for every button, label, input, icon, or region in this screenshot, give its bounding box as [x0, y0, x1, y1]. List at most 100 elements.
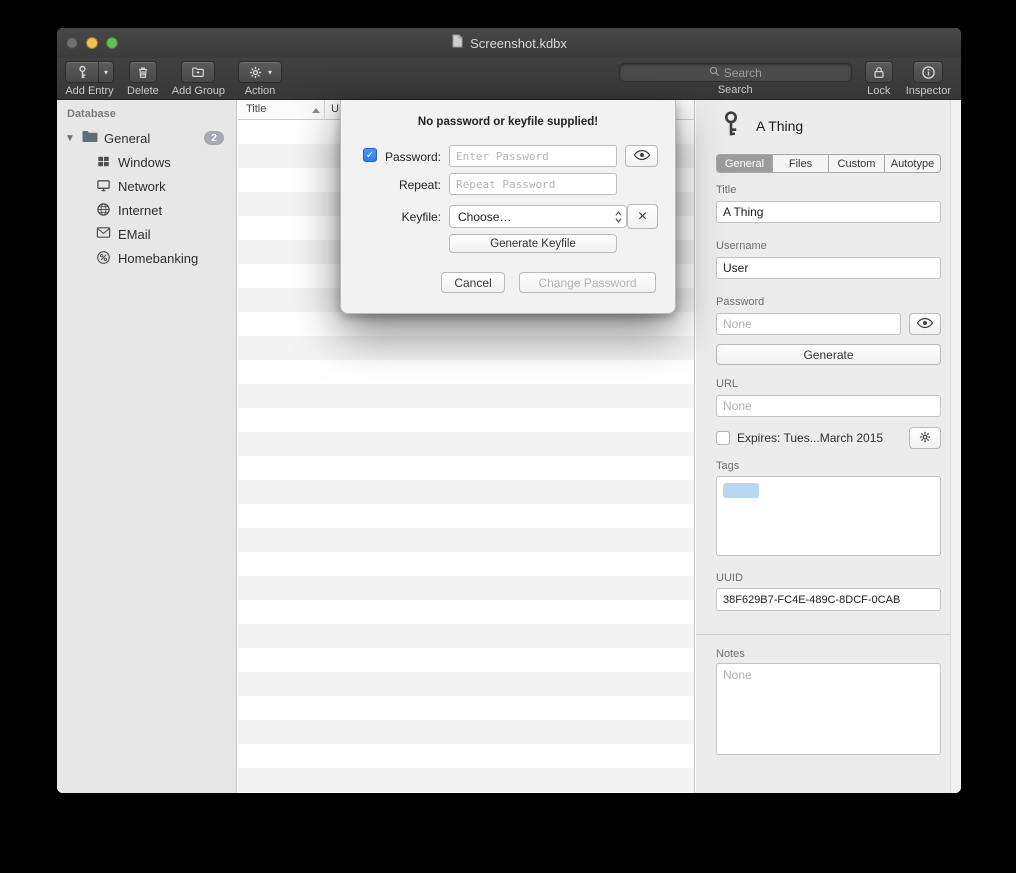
password-checkbox[interactable]: ✓: [363, 148, 377, 162]
column-header-username[interactable]: U: [331, 103, 339, 115]
tab-custom[interactable]: Custom: [828, 155, 884, 172]
delete-item: Delete: [127, 61, 159, 97]
app-window: Screenshot.kdbx ▾ Add Entry: [57, 28, 961, 793]
zoom-button[interactable]: [106, 37, 118, 49]
sidebar-item-windows[interactable]: Windows: [57, 150, 236, 174]
tab-general[interactable]: General: [717, 155, 772, 172]
reveal-password-button[interactable]: [909, 313, 941, 335]
repeat-label: Repeat:: [379, 178, 441, 192]
tag-chip[interactable]: [723, 483, 759, 498]
display-icon: [96, 178, 111, 198]
window-title: Screenshot.kdbx: [470, 36, 567, 51]
change-password-button[interactable]: Change Password: [519, 272, 656, 293]
uuid-field[interactable]: [716, 588, 941, 611]
add-entry-label: Add Entry: [65, 85, 113, 97]
key-icon: [75, 65, 90, 80]
generate-keyfile-button[interactable]: Generate Keyfile: [449, 234, 617, 253]
add-entry-dropdown[interactable]: ▾: [99, 61, 114, 83]
lock-label: Lock: [867, 85, 890, 97]
dialog-message: No password or keyfile supplied!: [341, 116, 675, 128]
search-label: Search: [718, 84, 753, 96]
sidebar-item-label: Windows: [118, 155, 171, 170]
tags-label: Tags: [716, 460, 739, 472]
search-input[interactable]: Search: [619, 63, 852, 82]
sidebar-item-label: EMail: [118, 227, 151, 242]
sidebar-header: Database: [67, 108, 116, 120]
search-icon: [709, 66, 720, 80]
document-icon: [451, 34, 464, 53]
gear-icon: [248, 65, 263, 80]
sidebar-item-general[interactable]: ▼ General 2: [57, 126, 236, 150]
generate-password-button[interactable]: Generate: [716, 344, 941, 365]
lock-button[interactable]: [865, 61, 893, 83]
inspector-panel: A Thing General Files Custom Autotype Ti…: [696, 100, 961, 793]
inspector-item: Inspector: [906, 61, 951, 97]
expires-options-button[interactable]: [909, 427, 941, 449]
close-icon: ×: [638, 208, 647, 226]
sidebar-item-label: Internet: [118, 203, 162, 218]
add-entry-item: ▾ Add Entry: [65, 61, 114, 97]
sidebar-item-label: Homebanking: [118, 251, 198, 266]
sidebar-item-homebanking[interactable]: Homebanking: [57, 246, 236, 270]
globe-icon: [96, 202, 111, 222]
url-label: URL: [716, 378, 738, 390]
eye-icon: [633, 149, 651, 164]
toolbar: ▾ Add Entry Delete: [57, 58, 961, 100]
add-entry-button[interactable]: [65, 61, 99, 83]
password-label: Password:: [379, 150, 441, 164]
sort-ascending-icon: [312, 108, 320, 113]
sidebar-item-label: General: [104, 131, 150, 146]
tab-files[interactable]: Files: [772, 155, 828, 172]
delete-button[interactable]: [129, 61, 157, 83]
title-label: Title: [716, 184, 736, 196]
title-field[interactable]: [716, 201, 941, 223]
action-button[interactable]: ▾: [238, 61, 282, 83]
key-icon: [718, 110, 744, 143]
gear-icon: [918, 430, 932, 447]
close-button[interactable]: [66, 37, 78, 49]
add-group-label: Add Group: [172, 85, 225, 97]
minimize-button[interactable]: [86, 37, 98, 49]
cancel-button[interactable]: Cancel: [441, 272, 505, 293]
column-header-title[interactable]: Title: [246, 103, 266, 115]
clear-keyfile-button[interactable]: ×: [627, 204, 658, 229]
tags-field[interactable]: [716, 476, 941, 556]
column-divider[interactable]: [324, 100, 325, 120]
notes-field[interactable]: [716, 663, 941, 755]
search-item: Search Search: [619, 61, 852, 96]
inspector-button[interactable]: [913, 61, 943, 83]
notes-label: Notes: [716, 648, 745, 660]
sidebar-item-network[interactable]: Network: [57, 174, 236, 198]
url-field[interactable]: [716, 395, 941, 417]
folder-icon: [81, 129, 98, 149]
traffic-lights: [66, 37, 118, 49]
inspector-tabs: General Files Custom Autotype: [716, 154, 941, 173]
sidebar-item-internet[interactable]: Internet: [57, 198, 236, 222]
entry-count-badge: 2: [204, 131, 224, 145]
expires-label: Expires: Tues...March 2015: [737, 431, 883, 445]
stepper-icon: [610, 210, 626, 224]
inspector-label: Inspector: [906, 85, 951, 97]
scrollbar-track[interactable]: [950, 100, 961, 793]
title-bar: Screenshot.kdbx: [57, 28, 961, 58]
password-field[interactable]: [716, 313, 901, 335]
keyfile-label: Keyfile:: [379, 210, 441, 224]
keyfile-value: Choose…: [450, 210, 610, 224]
divider: [696, 634, 961, 635]
sidebar: Database ▼ General 2 Windows: [57, 100, 237, 793]
search-placeholder: Search: [724, 66, 762, 80]
trash-icon: [136, 65, 150, 80]
info-icon: [921, 65, 936, 80]
add-group-button[interactable]: [181, 61, 215, 83]
keyfile-popup[interactable]: Choose…: [449, 205, 627, 228]
sidebar-item-email[interactable]: EMail: [57, 222, 236, 246]
tab-autotype[interactable]: Autotype: [884, 155, 940, 172]
password-input[interactable]: [449, 145, 617, 167]
uuid-label: UUID: [716, 572, 743, 584]
expires-checkbox[interactable]: [716, 431, 730, 445]
repeat-input[interactable]: [449, 173, 617, 195]
chevron-down-icon: ▾: [268, 68, 272, 77]
reveal-password-button[interactable]: [625, 145, 658, 167]
username-field[interactable]: [716, 257, 941, 279]
disclosure-triangle-icon[interactable]: ▼: [65, 133, 75, 144]
